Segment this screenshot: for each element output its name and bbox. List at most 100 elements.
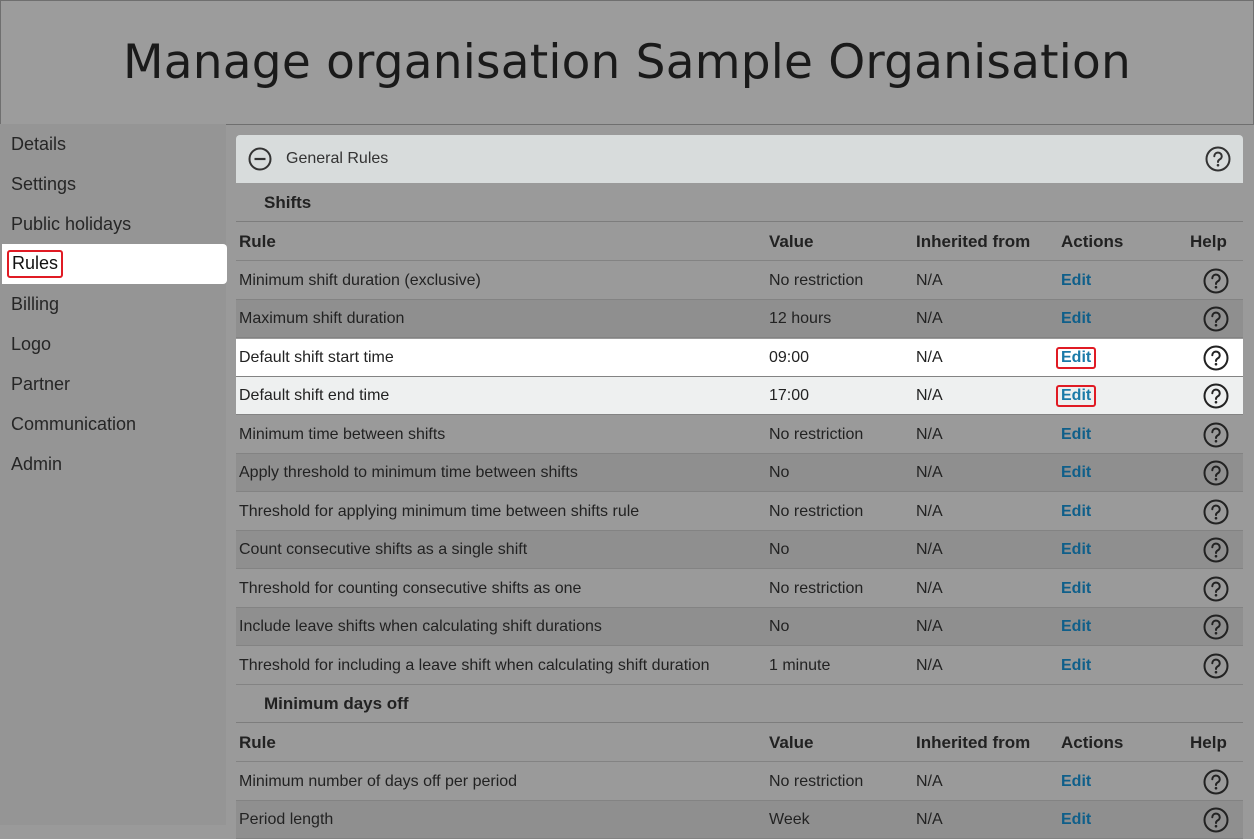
rule-value: 1 minute xyxy=(769,657,831,674)
sidebar-item-settings[interactable]: Settings xyxy=(0,164,226,204)
help-question-icon[interactable] xyxy=(1203,614,1229,640)
page-header: Manage organisation Sample Organisation xyxy=(0,0,1254,125)
sidebar-item-label: Logo xyxy=(11,333,52,354)
edit-link[interactable]: Edit xyxy=(1061,310,1091,328)
rule-inherited-from: N/A xyxy=(916,387,943,404)
rule-name: Threshold for including a leave shift wh… xyxy=(239,657,710,674)
table-row: Default shift start time 09:00 N/A Edit xyxy=(236,339,1243,377)
sidebar-item-logo[interactable]: Logo xyxy=(0,324,226,364)
rule-value: No xyxy=(769,464,790,481)
sidebar-item-billing[interactable]: Billing xyxy=(0,284,226,324)
rule-name: Count consecutive shifts as a single shi… xyxy=(239,541,528,558)
help-question-icon[interactable] xyxy=(1203,807,1229,833)
help-question-icon[interactable] xyxy=(1203,383,1229,409)
table-row: Minimum shift duration (exclusive) No res… xyxy=(236,262,1243,300)
sidebar-item-details[interactable]: Details xyxy=(0,124,226,164)
edit-link[interactable]: Edit xyxy=(1056,347,1097,369)
help-question-icon[interactable] xyxy=(1203,345,1229,371)
rule-inherited-from: N/A xyxy=(916,272,943,289)
edit-link[interactable]: Edit xyxy=(1061,503,1091,521)
column-header-inherited: Inherited from xyxy=(916,232,1031,251)
sidebar-item-label: Billing xyxy=(11,293,60,314)
sidebar-item-public-holidays[interactable]: Public holidays xyxy=(0,204,226,244)
help-cell xyxy=(1191,262,1229,300)
column-header-value: Value xyxy=(769,232,814,251)
help-cell xyxy=(1191,608,1229,646)
help-question-icon[interactable] xyxy=(1203,499,1229,525)
sidebar-item-rules[interactable]: Rules xyxy=(2,244,227,284)
rule-name: Threshold for applying minimum time betw… xyxy=(239,503,640,520)
edit-link[interactable]: Edit xyxy=(1061,426,1091,444)
question-circle-icon[interactable] xyxy=(1205,146,1231,172)
sidebar-item-communication[interactable]: Communication xyxy=(0,404,226,444)
help-question-icon[interactable] xyxy=(1203,653,1229,679)
rule-name: Default shift start time xyxy=(239,349,394,366)
help-cell xyxy=(1191,300,1229,338)
help-question-icon[interactable] xyxy=(1203,537,1229,563)
help-cell xyxy=(1191,531,1229,569)
help-question-icon[interactable] xyxy=(1203,460,1229,486)
rule-inherited-from: N/A xyxy=(916,541,943,558)
rule-inherited-from: N/A xyxy=(916,811,943,828)
edit-link[interactable]: Edit xyxy=(1061,272,1091,290)
rule-name: Apply threshold to minimum time between … xyxy=(239,464,578,481)
help-question-icon[interactable] xyxy=(1203,422,1229,448)
rules-content: General Rules Shifts Rule Value Inherited f… xyxy=(236,124,1244,839)
edit-link[interactable]: Edit xyxy=(1061,773,1091,791)
help-question-icon[interactable] xyxy=(1203,576,1229,602)
table-row: Apply threshold to minimum time between … xyxy=(236,454,1243,492)
edit-link[interactable]: Edit xyxy=(1061,580,1091,598)
sidebar-nav: Details Settings Public holidays Rules B… xyxy=(0,124,227,825)
sidebar-item-label: Details xyxy=(11,133,67,154)
rule-name: Minimum shift duration (exclusive) xyxy=(239,272,481,289)
table-row: Minimum number of days off per period No … xyxy=(236,763,1243,801)
rule-inherited-from: N/A xyxy=(916,618,943,635)
sidebar-item-label: Partner xyxy=(11,373,71,394)
rule-inherited-from: N/A xyxy=(916,464,943,481)
edit-link[interactable]: Edit xyxy=(1056,385,1097,407)
page-title: Manage organisation Sample Organisation xyxy=(123,35,1131,90)
rule-inherited-from: N/A xyxy=(916,349,943,366)
sidebar-item-label: Communication xyxy=(11,413,137,434)
table-row: Period length Week N/A Edit xyxy=(236,801,1243,839)
rule-name: Include leave shifts when calculating sh… xyxy=(239,618,602,635)
table-row: Threshold for counting consecutive shift… xyxy=(236,570,1243,608)
edit-link[interactable]: Edit xyxy=(1061,657,1091,675)
edit-link[interactable]: Edit xyxy=(1061,811,1091,829)
table-row: Maximum shift duration 12 hours N/A Edit xyxy=(236,300,1243,338)
help-question-icon[interactable] xyxy=(1203,306,1229,332)
sidebar-item-label: Rules xyxy=(7,250,64,278)
rule-name: Threshold for counting consecutive shift… xyxy=(239,580,582,597)
help-cell xyxy=(1191,763,1229,801)
general-rules-panel-header[interactable]: General Rules xyxy=(236,135,1243,183)
column-header-help: Help xyxy=(1190,232,1227,251)
rule-inherited-from: N/A xyxy=(916,773,943,790)
column-header-actions: Actions xyxy=(1061,232,1124,251)
edit-link[interactable]: Edit xyxy=(1061,618,1091,636)
rule-name: Maximum shift duration xyxy=(239,310,405,327)
table-row: Count consecutive shifts as a single shi… xyxy=(236,531,1243,569)
table-row: Threshold for including a leave shift wh… xyxy=(236,647,1243,685)
help-cell xyxy=(1191,493,1229,531)
help-cell xyxy=(1191,570,1229,608)
table-row: Default shift end time 17:00 N/A Edit xyxy=(236,377,1243,415)
column-header-inherited: Inherited from xyxy=(916,733,1031,752)
help-question-icon[interactable] xyxy=(1203,268,1229,294)
help-question-icon[interactable] xyxy=(1203,769,1229,795)
edit-link[interactable]: Edit xyxy=(1061,541,1091,559)
column-header-help: Help xyxy=(1190,733,1227,752)
minus-circle-icon[interactable] xyxy=(248,147,272,171)
table-header-row: Rule Value Inherited from Actions Help xyxy=(236,724,1243,762)
column-header-rule: Rule xyxy=(239,733,276,752)
edit-link[interactable]: Edit xyxy=(1061,464,1091,482)
help-cell xyxy=(1191,801,1229,839)
sidebar-item-admin[interactable]: Admin xyxy=(0,444,226,484)
sidebar-item-partner[interactable]: Partner xyxy=(0,364,226,404)
column-header-value: Value xyxy=(769,733,814,752)
rule-value: No restriction xyxy=(769,503,864,520)
rule-inherited-from: N/A xyxy=(916,657,943,674)
rule-value: Week xyxy=(769,811,810,828)
rule-inherited-from: N/A xyxy=(916,310,943,327)
help-cell xyxy=(1191,454,1229,492)
rule-name: Period length xyxy=(239,811,334,828)
